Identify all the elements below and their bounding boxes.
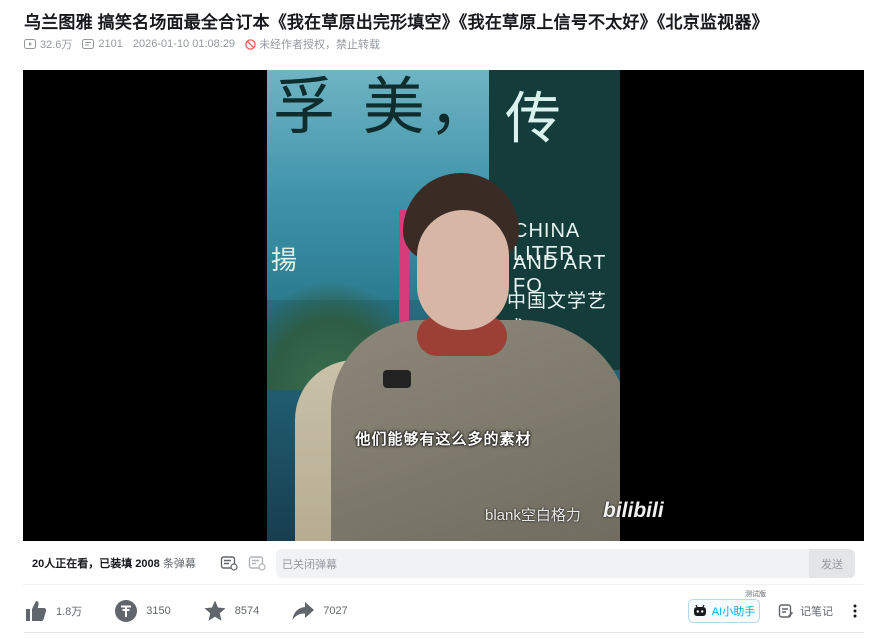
coin-button[interactable]: 3150: [114, 599, 171, 623]
watching-suffix: 条弹幕: [159, 557, 196, 570]
danmaku-settings-icon: [248, 555, 266, 571]
more-dots-icon: [853, 604, 857, 618]
danmaku-input[interactable]: 已关闭弹幕 发送: [276, 549, 855, 578]
more-options-button[interactable]: [849, 599, 861, 623]
video-meta: 32.6万 2101 2026-01-10 01:08:29 未经作者授权，禁止…: [24, 37, 380, 51]
ai-assistant-label: AI小助手: [711, 606, 756, 618]
views-count: 32.6万: [40, 39, 73, 51]
robot-icon: [693, 604, 706, 616]
like-button[interactable]: 1.8万: [24, 599, 82, 623]
danmaku-count: 2101: [98, 38, 123, 50]
scene-calligraphy-2: 传: [505, 87, 561, 152]
danmaku-input-placeholder: 已关闭弹幕: [282, 558, 337, 571]
coin-icon: [115, 600, 138, 622]
watching-info: 20人正在看，已装填 2008 条弹幕: [32, 555, 212, 571]
bilibili-watermark-logo: bilibili: [603, 499, 664, 522]
forbidden-icon: [245, 38, 256, 50]
publish-time: 2026-01-10 01:08:29: [132, 38, 236, 50]
danmaku-toggle-icon: [220, 555, 238, 571]
danmaku-stat: 2101: [82, 38, 123, 50]
speaker-face: [417, 210, 509, 330]
views-stat: 32.6万: [24, 36, 72, 52]
coin-count: 3150: [146, 605, 171, 617]
copyright-notice: 未经作者授权，禁止转载: [245, 36, 380, 52]
scene-calligraphy-3: 揚: [271, 246, 298, 276]
share-arrow-icon: [292, 602, 315, 620]
beta-badge: 测试版: [744, 589, 767, 599]
lapel-mic: [383, 370, 411, 388]
favorite-button[interactable]: 8574: [203, 599, 259, 623]
danmaku-settings-button[interactable]: [246, 552, 268, 574]
thumbs-up-icon: [26, 601, 47, 621]
like-count: 1.8万: [56, 606, 83, 618]
share-count: 7027: [323, 605, 348, 617]
danmaku-toggle-button[interactable]: [218, 552, 240, 574]
danmaku-count-icon: [82, 39, 95, 49]
play-count-icon: [24, 39, 36, 49]
loaded-count: 2008: [135, 557, 160, 570]
video-title: 乌兰图雅 搞笑名场面最全合订本《我在草原出完形填空》《我在草原上信号不太好》《北…: [24, 13, 769, 32]
watching-prefix: 20人正在看，已装填: [32, 557, 136, 570]
send-danmaku-button[interactable]: 发送: [809, 549, 855, 578]
share-button[interactable]: 7027: [291, 599, 348, 623]
video-subtitle: 他们能够有这么多的素材: [355, 431, 532, 448]
take-notes-button[interactable]: 记笔记: [778, 599, 833, 623]
uploader-watermark: blank空白格力: [485, 507, 581, 524]
video-frame[interactable]: 孚 美， 传 CHINA LITER AND ART FO 中国文学艺术 揚: [267, 70, 620, 541]
action-toolbar: 1.8万 3150 8574 7027 AI小助手 测试版 记笔记: [24, 589, 864, 626]
video-player[interactable]: 孚 美， 传 CHINA LITER AND ART FO 中国文学艺术 揚 他…: [23, 70, 864, 541]
copyright-text: 未经作者授权，禁止转载: [259, 39, 381, 51]
star-icon: [204, 600, 226, 621]
divider: [24, 632, 864, 633]
take-notes-label: 记笔记: [800, 606, 833, 618]
favorite-count: 8574: [234, 605, 260, 617]
ai-assistant-button[interactable]: AI小助手: [688, 599, 760, 623]
scene-calligraphy: 孚 美，: [273, 70, 495, 143]
danmaku-bar: 20人正在看，已装填 2008 条弹幕 已关闭弹幕 发送: [23, 541, 864, 585]
notes-icon: [778, 604, 794, 618]
